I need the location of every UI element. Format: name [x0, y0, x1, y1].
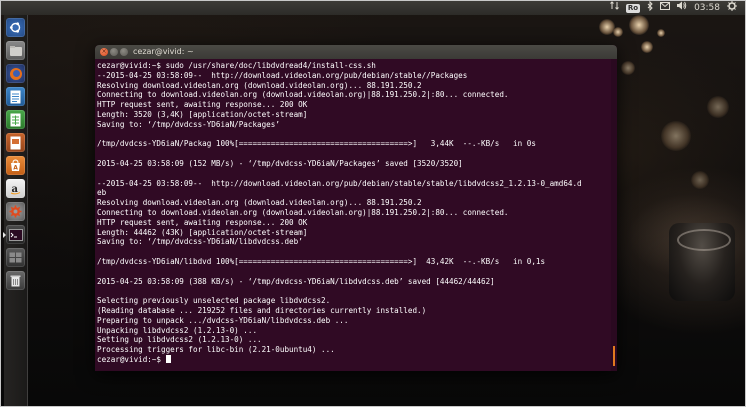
terminal-window[interactable]: × cezar@vivid: ~ cezar@vivid:~$ sudo /us…	[95, 45, 617, 371]
settings-icon[interactable]	[6, 202, 25, 221]
firefox-icon[interactable]	[6, 64, 25, 83]
unity-launcher: A a	[3, 15, 28, 406]
ubuntu-dash-icon[interactable]	[6, 18, 25, 37]
terminal-titlebar[interactable]: × cezar@vivid: ~	[95, 45, 617, 59]
terminal-line: eb	[97, 188, 107, 198]
terminal-line: /tmp/dvdcss-YD6iaN/Packag 100%[=========…	[97, 139, 536, 149]
terminal-line: Selecting previously unselected package …	[97, 296, 331, 306]
mail-icon[interactable]	[660, 1, 671, 15]
terminal-line: Unpacking libdvdcss2 (1.2.13-0) ...	[97, 325, 258, 335]
screenshot-frame: Ro 03:58 A a × cezar@vivid: ~ cezar@vivi…	[0, 0, 746, 407]
top-panel: Ro 03:58	[1, 1, 745, 15]
workspace-switcher-icon[interactable]	[6, 248, 25, 267]
terminal-icon[interactable]	[3, 225, 25, 244]
impress-icon[interactable]	[6, 133, 25, 152]
arrows-updown-icon[interactable]	[610, 1, 619, 15]
terminal-line: --2015-04-25 03:58:09-- http://download.…	[97, 178, 582, 188]
terminal-line: (Reading database ... 219252 files and d…	[97, 305, 427, 315]
terminal-line: 2015-04-25 03:58:09 (388 KB/s) - ‘/tmp/d…	[97, 276, 495, 286]
terminal-line: cezar@vivid:~$ sudo /usr/share/doc/libdv…	[97, 61, 376, 70]
writer-icon[interactable]	[6, 87, 25, 106]
bluetooth-icon[interactable]	[647, 1, 653, 16]
terminal-line: Length: 3520 (3,4K) [application/octet-s…	[97, 109, 308, 119]
clock-text[interactable]: 03:58	[694, 1, 720, 15]
terminal-line: Saving to: ‘/tmp/dvdcss-YD6iaN/Packages’	[97, 119, 280, 129]
terminal-prompt: cezar@vivid:~$	[97, 354, 166, 364]
terminal-scrollbar[interactable]	[611, 59, 617, 371]
files-icon[interactable]	[6, 41, 25, 60]
terminal-line: Setting up libdvdcss2 (1.2.13-0) ...	[97, 335, 262, 345]
terminal-line: Connecting to download.videolan.org (dow…	[97, 207, 509, 217]
maximize-icon[interactable]	[120, 48, 128, 56]
terminal-line: Connecting to download.videolan.org (dow…	[97, 90, 509, 100]
terminal-line: /tmp/dvdcss-YD6iaN/libdvd 100%[=========…	[97, 256, 546, 266]
terminal-line: Resolving download.videolan.org (downloa…	[97, 198, 422, 208]
amazon-icon[interactable]: a	[6, 179, 25, 198]
volume-icon[interactable]	[677, 1, 687, 15]
terminal-prompt-line[interactable]: cezar@vivid:~$	[97, 354, 611, 365]
software-center-icon[interactable]: A	[6, 156, 25, 175]
text-cursor	[165, 354, 171, 363]
terminal-line: Length: 44462 (43K) [application/octet-s…	[97, 227, 308, 237]
terminal-line: --2015-04-25 03:58:09-- http://download.…	[97, 70, 468, 80]
terminal-title: cezar@vivid: ~	[133, 47, 194, 56]
terminal-line: Resolving download.videolan.org (downloa…	[97, 80, 422, 90]
system-tray: Ro 03:58	[610, 1, 737, 15]
terminal-line: HTTP request sent, awaiting response... …	[97, 217, 308, 227]
svg-text:A: A	[13, 165, 18, 172]
terminal-output[interactable]: cezar@vivid:~$ sudo /usr/share/doc/libdv…	[95, 59, 611, 371]
terminal-line: Saving to: ‘/tmp/dvdcss-YD6iaN/libdvdcss…	[97, 237, 303, 247]
terminal-line: 2015-04-25 03:58:09 (152 MB/s) - ‘/tmp/d…	[97, 158, 463, 168]
trash-icon[interactable]	[6, 271, 25, 290]
terminal-line: Processing triggers for libc-bin (2.21-0…	[97, 345, 335, 355]
power-gear-icon[interactable]	[727, 1, 737, 16]
keyboard-layout-icon[interactable]: Ro	[625, 3, 641, 13]
terminal-line: HTTP request sent, awaiting response... …	[97, 100, 308, 110]
close-icon[interactable]: ×	[100, 48, 108, 56]
minimize-icon[interactable]	[110, 48, 118, 56]
terminal-line: Preparing to unpack .../dvdcss-YD6iaN/li…	[97, 315, 349, 325]
calc-icon[interactable]	[6, 110, 25, 129]
